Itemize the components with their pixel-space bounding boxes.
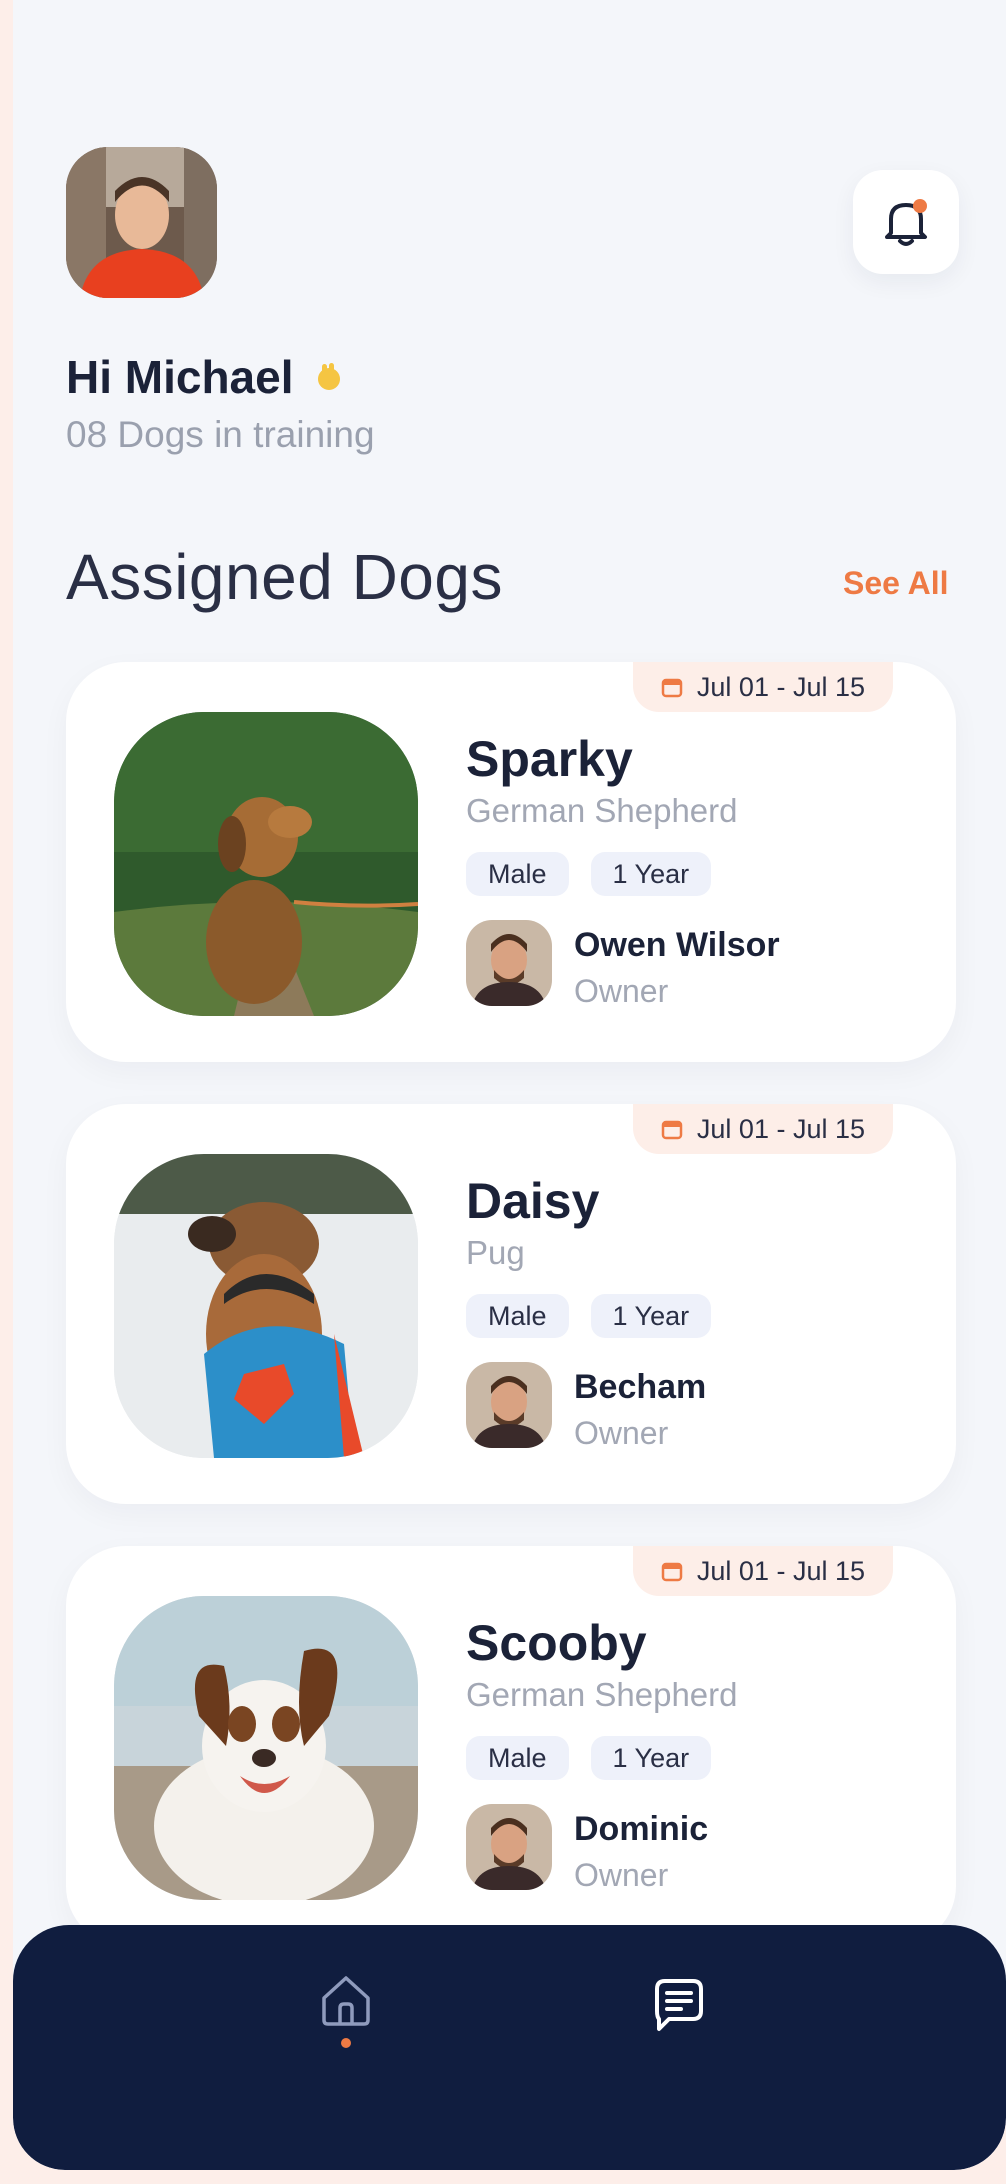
owner-avatar [466, 1362, 552, 1448]
greeting: Hi Michael [66, 350, 346, 404]
dog-breed: German Shepherd [466, 792, 738, 829]
dog-photo [114, 1154, 418, 1458]
chat-icon [655, 1979, 703, 2031]
app-screen: Hi Michael 08 Dogs in training Assigned … [13, 0, 1006, 2170]
section-title: Assigned Dogs [66, 541, 503, 613]
owner-name: Owen Wilsor [574, 926, 780, 964]
owner-info: Becham Owner [466, 1362, 706, 1452]
age-tag: 1 Year [590, 852, 712, 896]
date-range: Jul 01 - Jul 15 [696, 1113, 865, 1144]
dog-photo [114, 712, 418, 1016]
dog-name: Scooby [466, 1615, 647, 1671]
dog-breed: German Shepherd [466, 1676, 738, 1713]
owner-avatar [466, 920, 552, 1006]
date-range: Jul 01 - Jul 15 [696, 1555, 865, 1586]
owner-name: Dominic [574, 1810, 709, 1848]
owner-role: Owner [574, 1415, 669, 1451]
dog-card[interactable]: Jul 01 - Jul 15 Scooby German Shepherd M… [66, 1546, 956, 1946]
greeting-text: Hi Michael [66, 351, 294, 403]
owner-info: Dominic Owner [466, 1804, 708, 1894]
see-all-link[interactable]: See All [843, 565, 949, 602]
gender-tag: Male [466, 1294, 569, 1338]
profile-avatar[interactable] [66, 147, 217, 298]
gender-tag: Male [466, 852, 569, 896]
owner-info: Owen Wilsor Owner [466, 920, 780, 1010]
age-tag: 1 Year [590, 1736, 712, 1780]
calendar-icon [661, 1562, 683, 1582]
dog-tags: Male 1 Year [466, 1294, 712, 1338]
dog-breed: Pug [466, 1234, 525, 1271]
calendar-icon [661, 1120, 683, 1140]
bottom-nav-bar [13, 1925, 1006, 2170]
training-count: 08 Dogs in training [66, 414, 375, 455]
dog-name: Sparky [466, 731, 633, 787]
calendar-icon [661, 678, 683, 698]
dog-photo [114, 1596, 418, 1900]
nav-home-button[interactable] [308, 1970, 384, 2060]
age-tag: 1 Year [590, 1294, 712, 1338]
date-badge: Jul 01 - Jul 15 [632, 1104, 893, 1154]
waving-hand-icon [317, 363, 340, 390]
owner-role: Owner [574, 973, 669, 1009]
notification-dot [913, 199, 927, 213]
date-range: Jul 01 - Jul 15 [696, 671, 865, 702]
dog-tags: Male 1 Year [466, 1736, 712, 1780]
home-icon [322, 1976, 370, 2026]
notification-button[interactable] [853, 170, 959, 274]
date-badge: Jul 01 - Jul 15 [632, 662, 893, 712]
owner-avatar [466, 1804, 552, 1890]
nav-chat-button[interactable] [641, 1970, 717, 2040]
dog-tags: Male 1 Year [466, 852, 712, 896]
dog-card[interactable]: Jul 01 - Jul 15 Daisy Pug Male 1 Year Be… [66, 1104, 956, 1504]
gender-tag: Male [466, 1736, 569, 1780]
dog-card[interactable]: Jul 01 - Jul 15 Sparky German Shepherd M… [66, 662, 956, 1062]
owner-role: Owner [574, 1857, 669, 1893]
dog-name: Daisy [466, 1173, 600, 1229]
active-indicator-dot [341, 2038, 351, 2048]
bell-icon [885, 199, 927, 246]
owner-name: Becham [574, 1368, 707, 1406]
date-badge: Jul 01 - Jul 15 [632, 1546, 893, 1596]
